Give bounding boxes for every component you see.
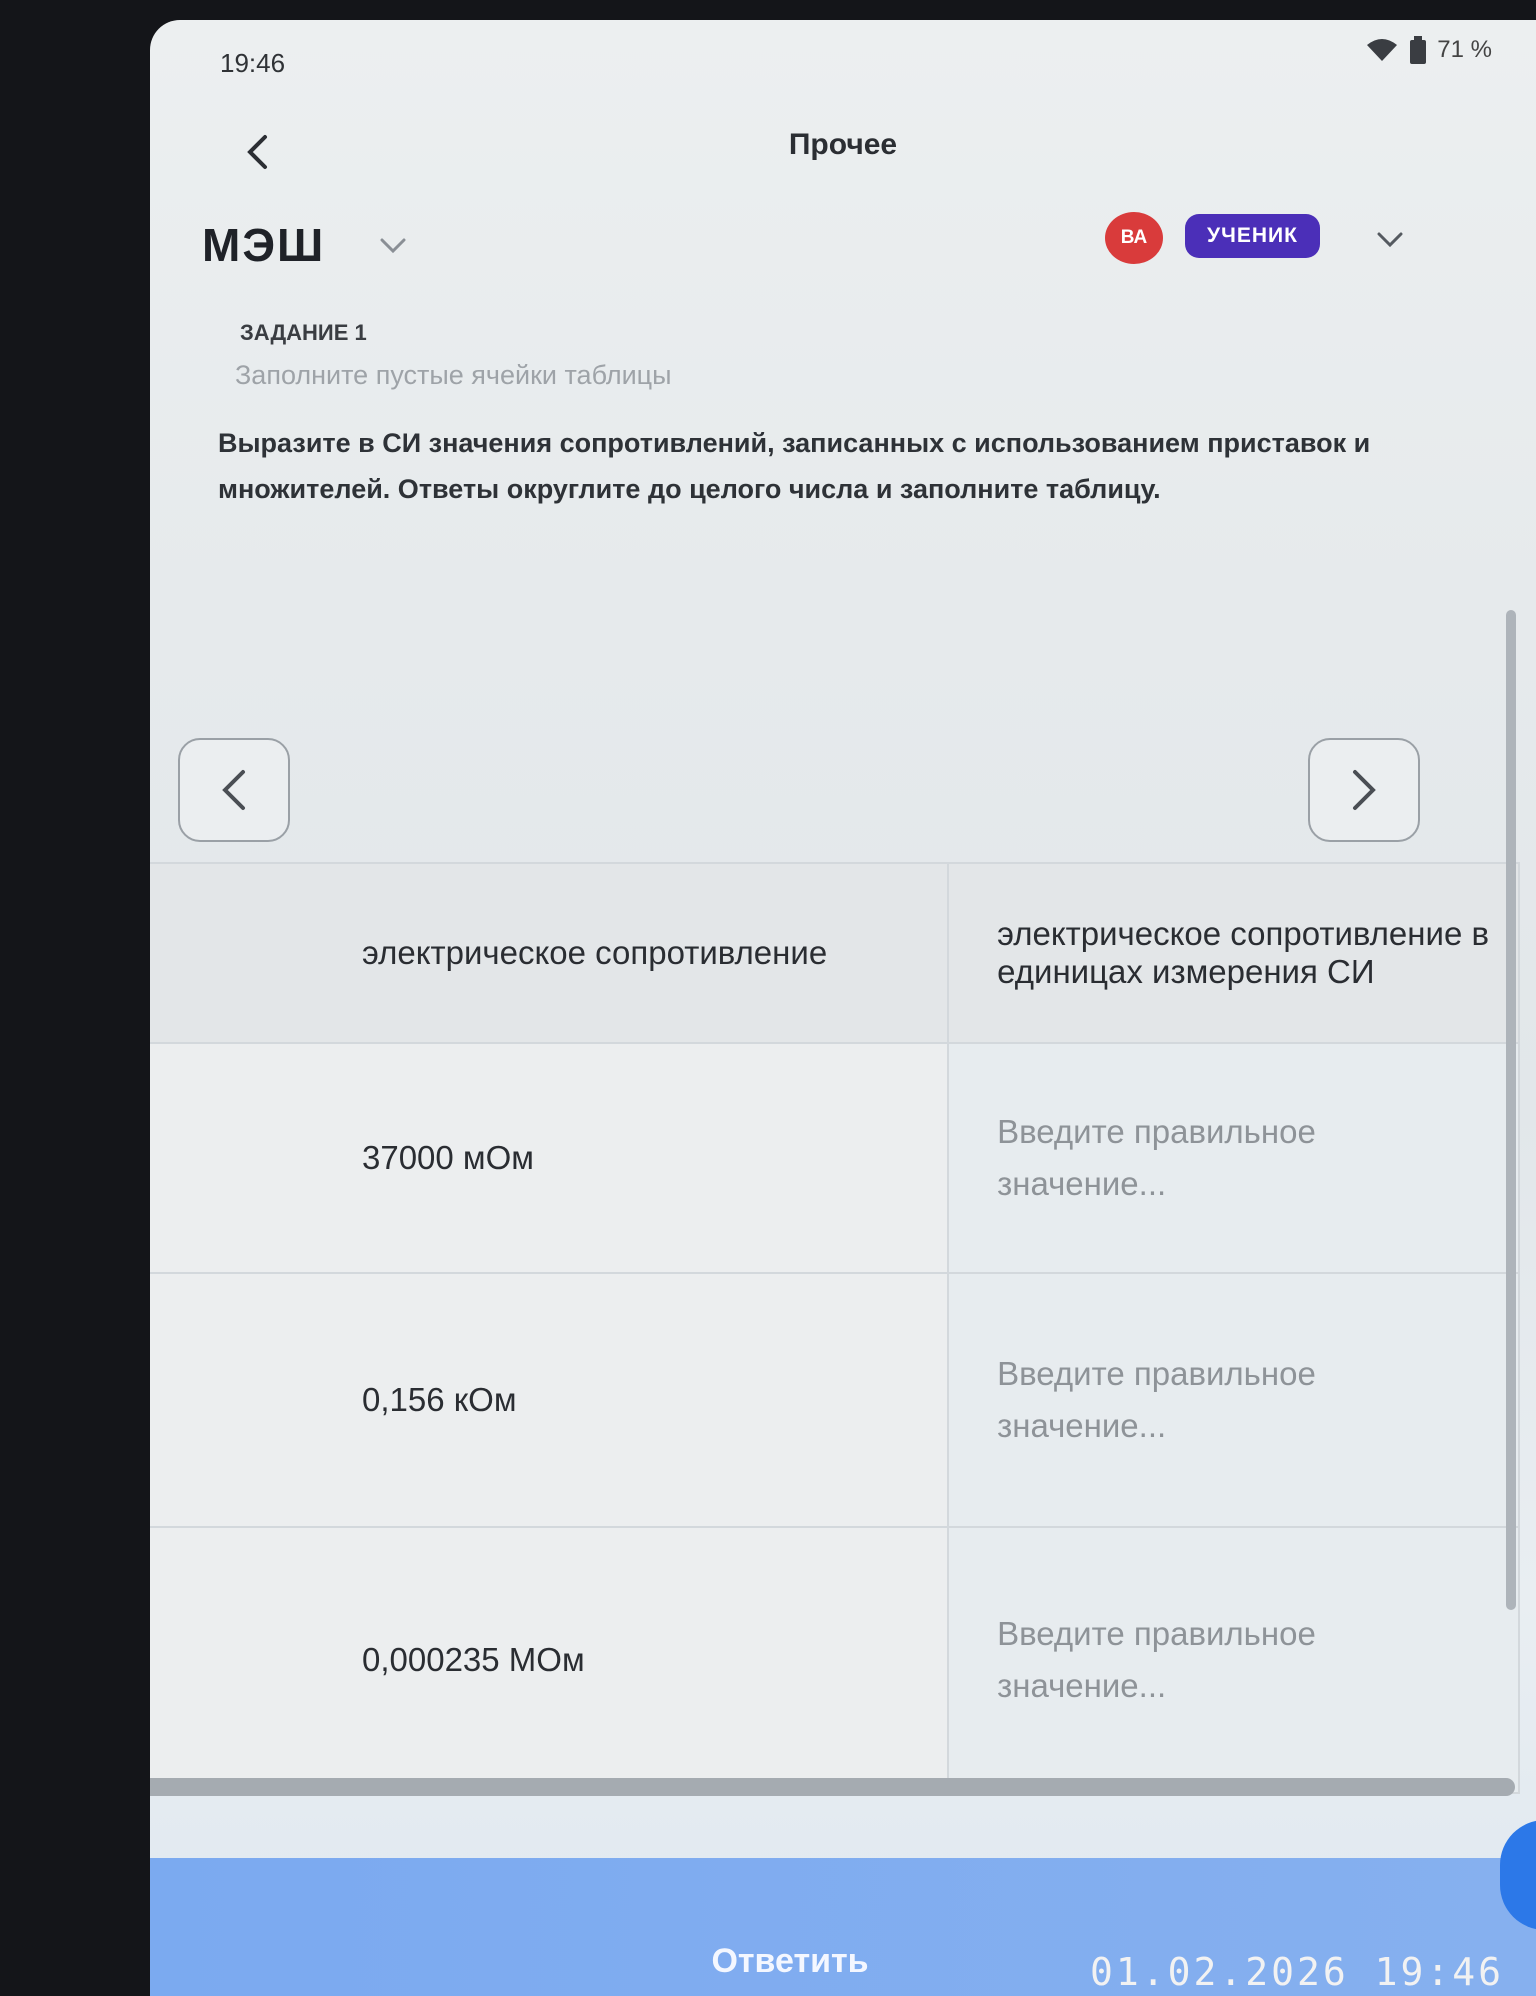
brand-logo[interactable]: МЭШ (202, 218, 325, 272)
vertical-scrollbar[interactable] (1506, 610, 1516, 1610)
task-text: Выразите в СИ значения сопротивлений, за… (218, 428, 1371, 504)
table-row: 37000 мОм Введите правильное значение... (150, 1042, 1520, 1274)
wifi-icon (1367, 39, 1398, 61)
table-header-cell: электрическое сопротивление в единицах и… (947, 862, 1520, 1044)
brand-row: МЭШ ВА УЧЕНИК (150, 200, 1536, 280)
answer-input[interactable]: Введите правильное значение... (947, 1526, 1520, 1794)
answer-input[interactable]: Введите правильное значение... (947, 1042, 1520, 1274)
role-badge[interactable]: УЧЕНИК (1185, 214, 1320, 258)
app-header: Прочее (150, 110, 1536, 190)
answer-placeholder: Введите правильное значение... (997, 1355, 1316, 1444)
screen: 19:46 71 % Прочее МЭШ ВА УЧЕНИК ЗАДАНИЕ … (150, 20, 1536, 1996)
horizontal-scrollbar[interactable] (150, 1778, 1515, 1796)
conversion-table: электрическое сопротивление электрическо… (150, 862, 1520, 1794)
resistance-value: 0,156 кОм (150, 1272, 950, 1528)
table-header-cell: электрическое сопротивление (150, 862, 950, 1044)
status-bar-right: 71 % (1365, 36, 1492, 64)
battery-icon (1410, 36, 1427, 64)
chevron-down-icon[interactable] (1375, 230, 1405, 250)
chevron-right-icon (1353, 770, 1376, 810)
prev-button[interactable] (178, 738, 290, 842)
table-row: 0,000235 МОм Введите правильное значение… (150, 1526, 1520, 1794)
task-label: ЗАДАНИЕ 1 (240, 320, 367, 345)
battery-percent: 71 % (1437, 36, 1492, 63)
device-frame: 19:46 71 % Прочее МЭШ ВА УЧЕНИК ЗАДАНИЕ … (0, 0, 1536, 1996)
avatar[interactable]: ВА (1105, 212, 1163, 264)
photo-timestamp: 01.02.2026 19:46 (1090, 1950, 1505, 1994)
resistance-value: 37000 мОм (150, 1042, 950, 1274)
task-subtitle: Заполните пустые ячейки таблицы (235, 360, 672, 390)
chevron-down-icon[interactable] (378, 236, 408, 256)
table-header-row: электрическое сопротивление электрическо… (150, 862, 1520, 1044)
page-title: Прочее (788, 128, 898, 161)
status-time: 19:46 (220, 48, 286, 78)
next-button[interactable] (1308, 738, 1420, 842)
answer-input[interactable]: Введите правильное значение... (947, 1272, 1520, 1528)
resistance-value: 0,000235 МОм (150, 1526, 950, 1794)
table-row: 0,156 кОм Введите правильное значение... (150, 1272, 1520, 1528)
answer-placeholder: Введите правильное значение... (997, 1615, 1316, 1704)
answer-placeholder: Введите правильное значение... (997, 1113, 1316, 1202)
chevron-left-icon (222, 770, 245, 810)
